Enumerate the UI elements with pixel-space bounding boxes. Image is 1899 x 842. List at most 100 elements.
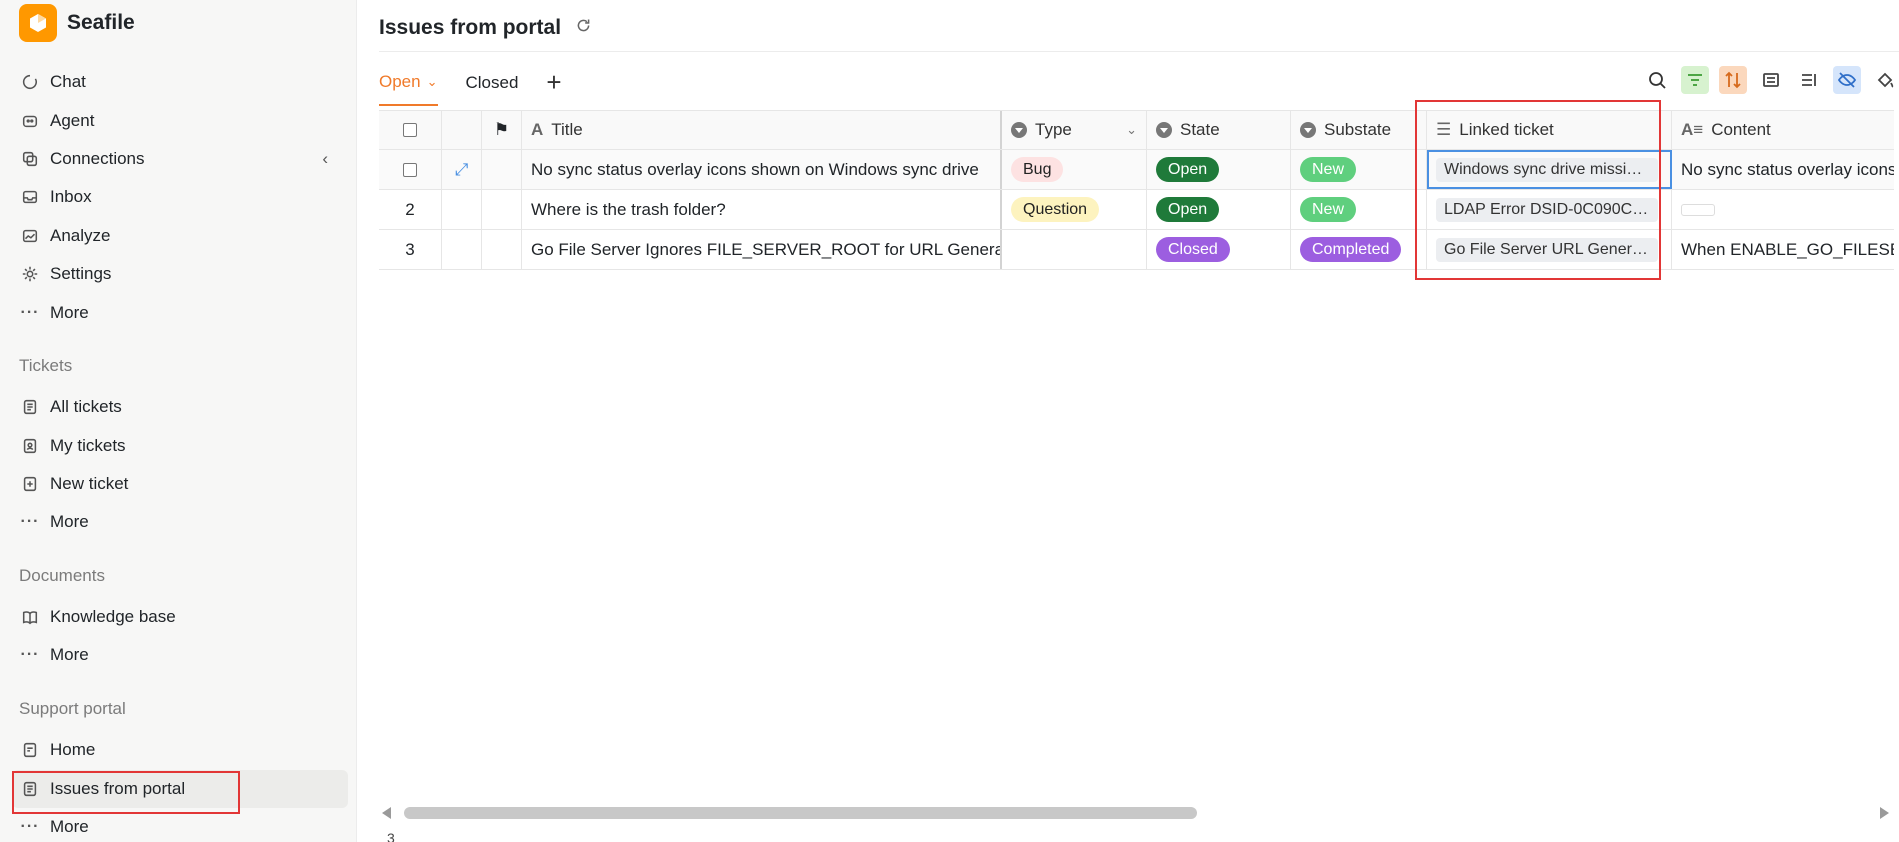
sidebar-item-label: Issues from portal [50,779,186,798]
row-flag[interactable] [482,230,522,269]
row-expand[interactable] [442,230,482,269]
agent-icon [20,111,40,131]
sidebar-item-inbox[interactable]: Inbox [12,178,348,216]
expand-icon[interactable]: ⤢ [455,160,469,180]
sidebar-item-all-tickets[interactable]: All tickets [12,388,348,426]
select-all-checkbox[interactable] [403,123,417,137]
divider [379,51,1899,52]
cell-type[interactable] [1002,230,1147,269]
table-header-row: ⚑ A Title Type ⌄ State Substate ☰ Linked… [379,110,1894,150]
color-button[interactable] [1871,66,1899,94]
linked-ticket-chip[interactable]: Windows sync drive missing... [1436,157,1658,182]
add-view-button[interactable]: + [546,67,561,98]
cell-content[interactable]: No sync status overlay icons s [1672,150,1894,189]
sidebar-item-documents-more[interactable]: ··· More [12,636,348,674]
linked-ticket-chip[interactable]: LDAP Error DSID-0C090CDE... [1436,197,1658,222]
substate-pill: New [1300,157,1357,182]
sidebar-item-knowledge-base[interactable]: Knowledge base [12,598,348,636]
chevron-down-icon[interactable]: ⌄ [1126,122,1137,138]
group-button[interactable] [1757,66,1785,94]
sidebar-item-my-tickets[interactable]: My tickets [12,427,348,465]
cell-state[interactable]: Closed [1147,230,1291,269]
seafile-logo-icon [19,4,57,42]
search-icon [1649,72,1666,89]
cell-substate[interactable]: Completed [1291,230,1427,269]
row-flag[interactable] [482,190,522,229]
row-index: 2 [379,190,442,229]
flag-icon: ⚑ [493,120,510,139]
row-height-icon [1802,74,1816,86]
row-expand[interactable] [442,190,482,229]
sidebar-item-analyze[interactable]: Analyze [12,217,348,255]
cell-linked-ticket[interactable]: LDAP Error DSID-0C090CDE... [1427,190,1672,229]
sidebar-item-settings[interactable]: Settings [12,255,348,293]
sort-button[interactable] [1719,66,1747,94]
cell-linked-ticket[interactable]: Go File Server URL Generati... [1427,230,1672,269]
table-row[interactable]: ⤢ No sync status overlay icons shown on … [379,150,1894,190]
collapse-chevron-icon[interactable]: ‹ [322,149,328,169]
column-header-content[interactable]: A≡ Content [1672,111,1894,149]
sidebar-item-more[interactable]: ··· More [12,294,348,332]
column-header-title[interactable]: A Title [522,111,1002,149]
header-expand [442,111,482,149]
scroll-left-arrow-icon[interactable] [382,807,391,819]
sidebar: Seafile Chat Agent Connections ‹ Inbox A… [0,0,357,842]
cell-linked-ticket[interactable]: Windows sync drive missing... [1427,150,1672,189]
column-header-state[interactable]: State [1147,111,1291,149]
sidebar-item-agent[interactable]: Agent [12,102,348,140]
row-select[interactable] [379,150,442,189]
tab-closed[interactable]: Closed [466,71,519,105]
hide-columns-button[interactable] [1833,66,1861,94]
linked-ticket-chip[interactable]: Go File Server URL Generati... [1436,237,1658,262]
tab-label: Open [379,72,421,91]
sidebar-item-label: More [50,303,89,322]
table-row[interactable]: 2 Where is the trash folder? Question Op… [379,190,1894,230]
brand-name: Seafile [67,11,135,34]
sidebar-item-label: My tickets [50,436,126,455]
eye-off-icon [1837,72,1857,88]
cell-type[interactable]: Question [1002,190,1147,229]
brand[interactable]: Seafile [19,4,135,42]
header-select-all[interactable] [379,111,442,149]
header-flag[interactable]: ⚑ [482,111,522,149]
refresh-icon[interactable] [575,16,592,40]
sidebar-item-portal-more[interactable]: ··· More [12,808,348,842]
cell-substate[interactable]: New [1291,190,1427,229]
sidebar-item-connections[interactable]: Connections ‹ [12,140,348,178]
cell-substate[interactable]: New [1291,150,1427,189]
row-height-button[interactable] [1795,66,1823,94]
column-header-linked-ticket[interactable]: ☰ Linked ticket [1427,111,1672,149]
column-header-type[interactable]: Type ⌄ [1002,111,1147,149]
issues-list-icon [20,779,40,799]
book-icon [20,607,40,627]
row-checkbox[interactable] [403,162,417,177]
row-expand[interactable]: ⤢ [442,150,482,189]
horizontal-scrollbar[interactable] [379,805,1889,821]
cell-content[interactable] [1672,190,1894,229]
filter-icon [1688,74,1702,86]
row-flag[interactable] [482,150,522,189]
search-button[interactable] [1643,66,1671,94]
cell-title[interactable]: No sync status overlay icons shown on Wi… [522,150,1002,189]
cell-content[interactable]: When ENABLE_GO_FILESERVE [1672,230,1894,269]
sidebar-item-home[interactable]: Home [12,731,348,769]
filter-button[interactable] [1681,66,1709,94]
cell-title[interactable]: Where is the trash folder? [522,190,1002,229]
table-row[interactable]: 3 Go File Server Ignores FILE_SERVER_ROO… [379,230,1894,270]
new-ticket-icon [20,474,40,494]
cell-title[interactable]: Go File Server Ignores FILE_SERVER_ROOT … [522,230,1002,269]
sidebar-item-tickets-more[interactable]: ··· More [12,503,348,541]
scrollbar-thumb[interactable] [404,807,1197,819]
sidebar-item-issues-from-portal[interactable]: Issues from portal [12,770,348,808]
cell-state[interactable]: Open [1147,190,1291,229]
sidebar-item-new-ticket[interactable]: New ticket [12,465,348,503]
cell-type[interactable]: Bug [1002,150,1147,189]
tab-open[interactable]: Open ⌄ [379,70,438,106]
section-title-support-portal: Support portal [19,699,126,718]
scroll-right-arrow-icon[interactable] [1880,807,1889,819]
cell-state[interactable]: Open [1147,150,1291,189]
column-header-substate[interactable]: Substate [1291,111,1427,149]
link-record-icon: ☰ [1436,120,1452,139]
sidebar-item-chat[interactable]: Chat [12,63,348,101]
toolbar [1643,66,1899,94]
